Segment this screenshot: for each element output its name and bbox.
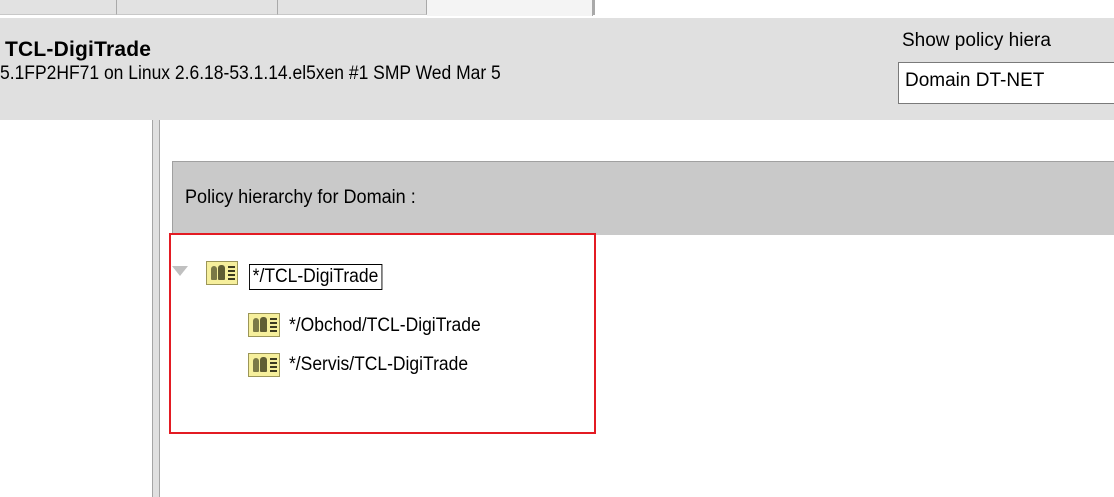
- tab-2[interactable]: [117, 0, 278, 15]
- left-panel: [0, 120, 152, 497]
- server-name: TCL-DigiTrade: [5, 38, 152, 61]
- tab-active[interactable]: [427, 0, 593, 16]
- policy-hierarchy-title: Policy hierarchy for Domain :: [185, 187, 416, 208]
- highlight-frame: [169, 233, 596, 434]
- domain-select[interactable]: Domain DT-NET: [898, 62, 1114, 104]
- pane-splitter[interactable]: [152, 120, 160, 497]
- tab-1[interactable]: [0, 0, 117, 15]
- tab-3[interactable]: [278, 0, 427, 15]
- tab-divider: [593, 0, 595, 15]
- tab-strip: [0, 0, 1114, 18]
- server-version-info: 5.1FP2HF71 on Linux 2.6.18-53.1.14.el5xe…: [0, 63, 501, 84]
- domain-select-value: Domain DT-NET: [905, 70, 1045, 91]
- show-policy-hierarchy-label: Show policy hiera: [902, 30, 1051, 51]
